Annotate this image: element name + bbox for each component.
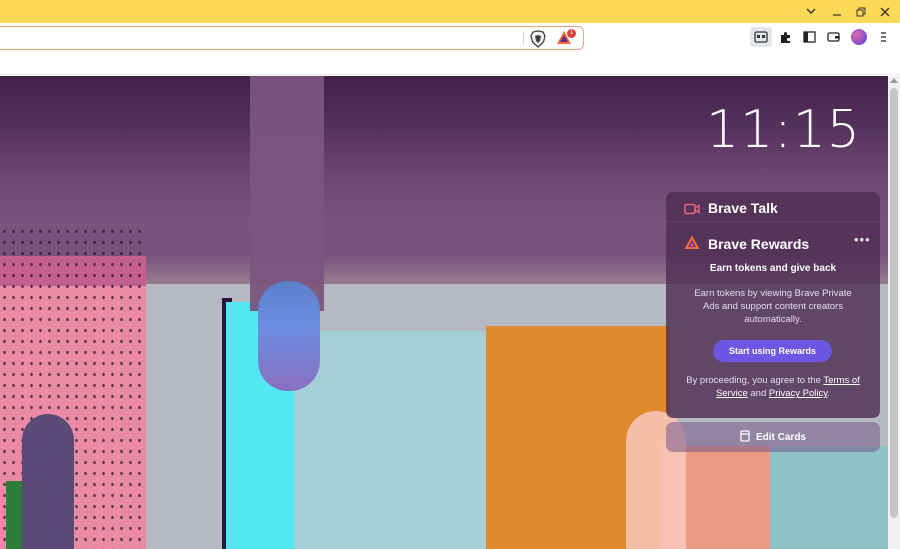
chevron-down-icon[interactable]: [798, 0, 824, 23]
terms-and: and: [750, 388, 767, 399]
rewards-badge: 1: [567, 29, 576, 38]
extensions-icon: [780, 31, 790, 43]
minimize-icon[interactable]: [824, 0, 850, 23]
page-scrollbar[interactable]: [888, 76, 900, 549]
background-light-blue-panel: [294, 331, 490, 549]
address-divider: [523, 32, 524, 45]
tab-search-icon: [754, 31, 768, 43]
start-using-rewards-button[interactable]: Start using Rewards: [713, 340, 832, 362]
tab-search-button[interactable]: [750, 27, 772, 47]
close-icon[interactable]: [872, 0, 898, 23]
brave-rewards-title: Brave Rewards: [708, 236, 810, 252]
more-options-icon[interactable]: •••: [854, 232, 871, 247]
rewards-card: Brave Talk Brave Rewards ••• Earn tokens…: [666, 192, 880, 418]
edit-cards-icon: [740, 429, 750, 445]
sidebar-icon: [802, 31, 816, 43]
rewards-terms: By proceeding, you agree to the Terms of…: [676, 374, 870, 400]
scroll-thumb[interactable]: [890, 88, 898, 518]
edit-cards-button[interactable]: Edit Cards: [666, 422, 880, 452]
new-tab-page: 11:15 Brave Talk Brave Rewards ••• Earn …: [0, 76, 888, 549]
brave-talk-title: Brave Talk: [708, 200, 778, 216]
terms-suffix: .: [827, 388, 830, 399]
background-hanging-figure: [250, 76, 324, 311]
brave-rewards-icon[interactable]: 1: [556, 29, 576, 48]
address-bar[interactable]: 1: [0, 26, 584, 50]
clock: 11:15: [706, 100, 861, 160]
brave-talk-row[interactable]: Brave Talk: [666, 192, 880, 222]
wallet-icon: [826, 32, 840, 42]
terms-prefix: By proceeding, you agree to the: [686, 375, 821, 386]
scroll-up-arrow-icon[interactable]: [890, 78, 898, 83]
background-figure-body: [258, 281, 320, 391]
restore-icon[interactable]: [848, 0, 874, 23]
browser-toolbar: 1: [0, 23, 900, 75]
background-teal-panel: [770, 446, 888, 549]
menu-icon: [881, 32, 886, 42]
bat-logo-icon: [684, 235, 700, 255]
menu-button[interactable]: [872, 27, 894, 47]
brave-shields-icon[interactable]: [530, 30, 546, 48]
edit-cards-label: Edit Cards: [755, 431, 806, 443]
video-camera-icon: [684, 202, 700, 220]
rewards-subtitle: Earn tokens and give back: [709, 263, 837, 274]
wallet-button[interactable]: [822, 27, 844, 47]
profile-button[interactable]: [848, 27, 870, 47]
title-bar: [0, 0, 900, 23]
privacy-policy-link[interactable]: Privacy Policy: [769, 388, 827, 399]
extensions-button[interactable]: [774, 27, 796, 47]
background-silhouette: [22, 414, 74, 549]
sidebar-button[interactable]: [798, 27, 820, 47]
rewards-description: Earn tokens by viewing Brave Private Ads…: [694, 288, 852, 325]
profile-avatar: [851, 29, 867, 45]
